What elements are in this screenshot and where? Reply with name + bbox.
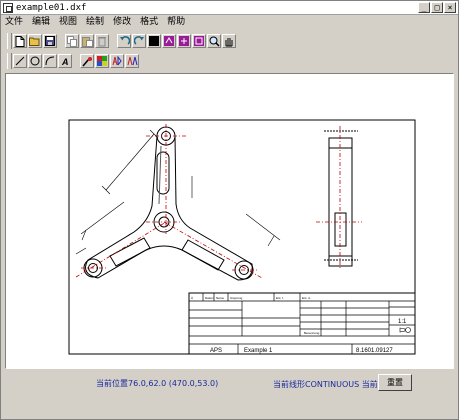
minimize-button[interactable]: _ <box>418 2 430 13</box>
menu-bar: 文件 编辑 视图 绘制 修改 格式 帮助 <box>1 15 458 29</box>
svg-text:A: A <box>61 57 69 66</box>
delete-icon[interactable] <box>95 34 109 48</box>
tb-header-2: Datum <box>205 296 214 300</box>
title-block <box>188 292 416 355</box>
pan-icon[interactable] <box>222 34 236 48</box>
draw-toolbar: A <box>5 51 139 71</box>
cad-drawing: Ä Datum Name Ursprung Ers. f. Ers. d. Be… <box>68 119 416 355</box>
undo-icon[interactable] <box>117 34 131 48</box>
dimensions <box>75 129 281 255</box>
menu-modify[interactable]: 修改 <box>113 16 131 28</box>
save-icon[interactable] <box>43 34 57 48</box>
reset-button[interactable]: 重置 <box>378 374 412 391</box>
black-color-icon[interactable] <box>147 34 161 48</box>
status-bar: 当前位置76.0,62.0 (470.0,53.0) 当前线形CONTINUOU… <box>1 371 458 419</box>
menu-view[interactable]: 视图 <box>59 16 77 28</box>
tb-header-5: Ers. f. <box>276 296 284 300</box>
part-side-view <box>324 130 358 267</box>
standard-toolbar <box>5 31 236 51</box>
tb-header-6: Ers. d. <box>302 296 311 300</box>
drawing-canvas[interactable]: Ä Datum Name Ursprung Ers. f. Ers. d. Be… <box>5 73 454 369</box>
layer-b-icon[interactable] <box>177 34 191 48</box>
title-bar[interactable]: example01.dxf _ □ × <box>1 1 458 15</box>
close-button[interactable]: × <box>444 2 456 13</box>
tb-company: APS <box>210 348 222 354</box>
hatch-tool-icon[interactable] <box>95 54 109 68</box>
menu-edit[interactable]: 编辑 <box>32 16 50 28</box>
text-tool-icon[interactable]: A <box>58 54 72 68</box>
cursor-coordinates: 当前位置76.0,62.0 (470.0,53.0) <box>96 379 219 388</box>
menu-file[interactable]: 文件 <box>5 16 23 28</box>
cad-window: example01.dxf _ □ × 文件 编辑 视图 绘制 修改 格式 帮助 <box>0 0 459 420</box>
new-file-icon[interactable] <box>13 34 27 48</box>
tb-block-header: Benennung <box>304 331 320 335</box>
layer-a-icon[interactable] <box>162 34 176 48</box>
title-block-text: Ä Datum Name Ursprung Ers. f. Ers. d. Be… <box>191 296 411 354</box>
tb-header-1: Ä <box>191 296 193 300</box>
window-controls: _ □ × <box>418 2 456 13</box>
tb-title: Example 1 <box>244 348 273 354</box>
menu-draw[interactable]: 绘制 <box>86 16 104 28</box>
menu-help[interactable]: 帮助 <box>167 16 185 28</box>
pen-tool-icon[interactable] <box>80 54 94 68</box>
centerlines <box>75 124 263 279</box>
window-title: example01.dxf <box>16 2 87 13</box>
paste-icon[interactable] <box>80 34 94 48</box>
copy-icon[interactable] <box>65 34 79 48</box>
tb-header-3: Name <box>216 296 224 300</box>
redo-icon[interactable] <box>132 34 146 48</box>
mirror-tool-icon[interactable] <box>125 54 139 68</box>
tb-scale: 1:1 <box>398 319 407 325</box>
current-linetype: 当前线形CONTINUOUS 当前层 <box>273 380 386 389</box>
maximize-button[interactable]: □ <box>431 2 443 13</box>
arc-tool-icon[interactable] <box>43 54 57 68</box>
dimension-tool-icon[interactable] <box>110 54 124 68</box>
tb-drawing-number: 8.1601.09127 <box>356 348 393 354</box>
projection-symbol <box>399 327 411 333</box>
zoom-icon[interactable] <box>207 34 221 48</box>
tb-header-4: Ursprung <box>230 296 243 300</box>
line-tool-icon[interactable] <box>13 54 27 68</box>
menu-format[interactable]: 格式 <box>140 16 158 28</box>
layer-c-icon[interactable] <box>192 34 206 48</box>
circle-tool-icon[interactable] <box>28 54 42 68</box>
app-icon <box>3 2 13 13</box>
open-folder-icon[interactable] <box>28 34 42 48</box>
